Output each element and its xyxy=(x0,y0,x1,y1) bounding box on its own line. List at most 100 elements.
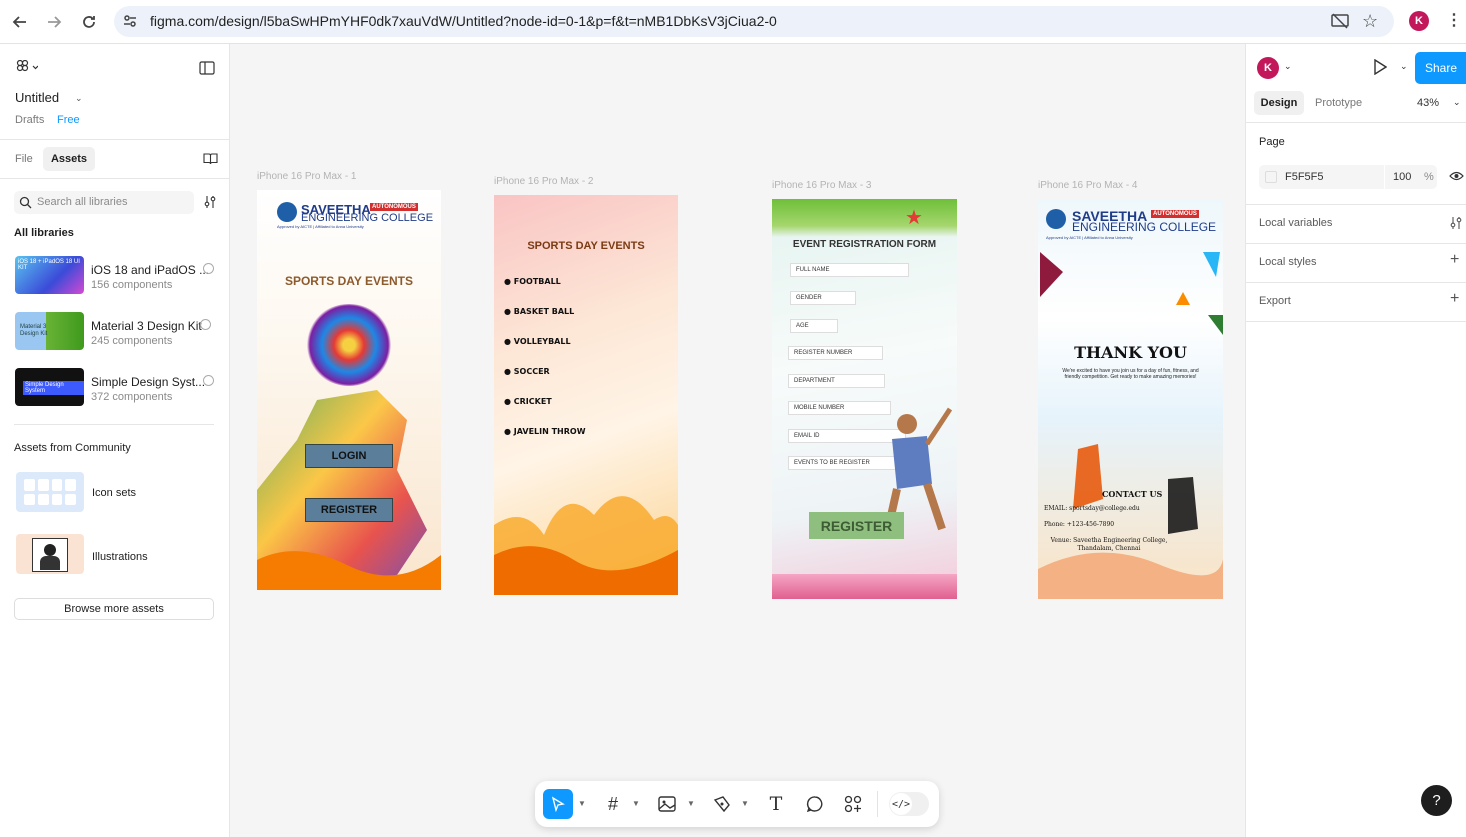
share-button[interactable]: Share xyxy=(1415,52,1466,84)
profile-avatar[interactable]: K xyxy=(1409,11,1429,31)
bookmark-star-icon[interactable]: ☆ xyxy=(1362,11,1378,32)
move-tool-button[interactable] xyxy=(543,789,573,819)
frame-heading: SPORTS DAY EVENTS xyxy=(284,274,414,288)
local-styles-label[interactable]: Local styles xyxy=(1259,256,1316,268)
image-tool-icon[interactable] xyxy=(655,792,679,816)
gender-field[interactable]: GENDER xyxy=(790,291,856,305)
reload-icon[interactable] xyxy=(76,9,102,35)
sports-ball-graphic xyxy=(305,304,393,386)
register-button[interactable]: REGISTER xyxy=(305,498,393,522)
globe-icon xyxy=(203,375,214,386)
chevron-down-icon[interactable]: ⌄ xyxy=(75,93,83,104)
cast-off-icon[interactable] xyxy=(1331,13,1349,32)
full-name-field[interactable]: FULL NAME xyxy=(790,263,909,277)
back-arrow-icon[interactable] xyxy=(7,9,33,35)
tab-file[interactable]: File xyxy=(15,153,33,165)
add-export-plus-icon[interactable]: + xyxy=(1450,290,1459,308)
drafts-label[interactable]: Drafts xyxy=(15,114,44,126)
athlete-silhouette-graphic xyxy=(257,390,441,590)
event-item: ● BASKET BALL xyxy=(504,307,575,316)
library-thumbnail: iOS 18 + iPadOS 18 UI KIT xyxy=(15,256,84,294)
export-label[interactable]: Export xyxy=(1259,295,1291,307)
frame-label[interactable]: iPhone 16 Pro Max - 3 xyxy=(772,180,872,191)
library-count: 372 components xyxy=(91,391,173,403)
help-button[interactable]: ? xyxy=(1421,785,1452,816)
divider xyxy=(1246,122,1466,123)
library-item[interactable]: Simple Design System Simple Design Syst.… xyxy=(14,368,219,412)
age-field[interactable]: AGE xyxy=(790,319,838,333)
page-opacity-value[interactable]: 100 xyxy=(1393,171,1411,183)
file-title[interactable]: Untitled xyxy=(15,90,59,105)
divider xyxy=(1246,282,1466,283)
forward-arrow-icon[interactable] xyxy=(41,9,67,35)
panel-toggle-icon[interactable] xyxy=(199,61,215,78)
library-name: Simple Design Syst... xyxy=(91,375,206,389)
page-color-value[interactable]: F5F5F5 xyxy=(1285,171,1324,183)
divider xyxy=(14,424,214,425)
cursor-icon xyxy=(551,796,565,812)
library-item[interactable]: iOS 18 + iPadOS 18 UI KIT iOS 18 and iPa… xyxy=(14,256,219,300)
chevron-down-icon[interactable]: ▼ xyxy=(741,799,749,808)
eye-visibility-icon[interactable] xyxy=(1449,170,1464,185)
login-button[interactable]: LOGIN xyxy=(305,444,393,468)
frame-iphone-3[interactable]: ★ EVENT REGISTRATION FORM FULL NAME GEND… xyxy=(772,199,957,599)
zoom-level[interactable]: 43% xyxy=(1417,97,1439,109)
event-item: ● VOLLEYBALL xyxy=(504,337,571,346)
chevron-down-icon[interactable]: ⌄ xyxy=(1453,97,1461,108)
community-item-illustrations[interactable]: Illustrations xyxy=(14,534,214,576)
chevron-down-icon[interactable]: ▼ xyxy=(632,799,640,808)
chevron-down-icon[interactable]: ▼ xyxy=(578,799,586,808)
divider xyxy=(877,791,878,817)
site-settings-icon[interactable] xyxy=(122,13,138,32)
frame-iphone-4[interactable]: SAVEETHA AUTONOMOUS ENGINEERING COLLEGE … xyxy=(1038,199,1223,599)
figma-menu-icon[interactable] xyxy=(16,59,39,77)
library-book-icon[interactable] xyxy=(203,152,218,168)
actions-grid-icon[interactable] xyxy=(841,792,865,816)
frame-iphone-1[interactable]: SAVEETHA AUTONOMOUS ENGINEERING COLLEGE … xyxy=(257,190,441,590)
tab-design[interactable]: Design xyxy=(1254,91,1304,115)
frame-heading: EVENT REGISTRATION FORM xyxy=(792,239,937,250)
pen-tool-icon[interactable] xyxy=(710,792,734,816)
plan-label[interactable]: Free xyxy=(57,114,80,126)
college-subtitle: ENGINEERING COLLEGE xyxy=(301,212,434,224)
college-badge: AUTONOMOUS xyxy=(1151,210,1199,218)
frame-label[interactable]: iPhone 16 Pro Max - 2 xyxy=(494,176,594,187)
tab-prototype[interactable]: Prototype xyxy=(1315,97,1362,109)
add-style-plus-icon[interactable]: + xyxy=(1450,251,1459,269)
frame-label[interactable]: iPhone 16 Pro Max - 4 xyxy=(1038,180,1138,191)
community-item-icon-sets[interactable]: Icon sets xyxy=(14,472,214,514)
register-number-field[interactable]: REGISTER NUMBER xyxy=(788,346,883,360)
search-input[interactable]: Search all libraries xyxy=(14,191,194,214)
left-sidebar: Untitled ⌄ Drafts Free File Assets Searc… xyxy=(0,44,230,837)
register-button[interactable]: REGISTER xyxy=(809,512,904,539)
text-tool-icon[interactable]: T xyxy=(764,792,788,816)
color-swatch[interactable] xyxy=(1265,171,1277,183)
divider xyxy=(1384,165,1385,189)
page-heading: Page xyxy=(1259,136,1285,148)
filter-sliders-icon[interactable] xyxy=(203,195,217,212)
user-avatar[interactable]: K xyxy=(1257,57,1279,79)
browser-menu-icon[interactable]: ⋮ xyxy=(1446,10,1462,30)
chevron-down-icon[interactable]: ▼ xyxy=(687,799,695,808)
chevron-down-icon[interactable]: ⌄ xyxy=(1284,61,1292,72)
comment-tool-icon[interactable] xyxy=(803,792,827,816)
page-color-input[interactable]: F5F5F5 100 % xyxy=(1259,165,1437,189)
search-placeholder: Search all libraries xyxy=(37,196,128,208)
browse-more-assets-button[interactable]: Browse more assets xyxy=(14,598,214,620)
frame-tool-icon[interactable]: # xyxy=(601,792,625,816)
library-item[interactable]: Material 3 Design Kit Material 3 Design … xyxy=(14,312,219,356)
local-variables-label[interactable]: Local variables xyxy=(1259,217,1332,229)
dev-mode-toggle[interactable]: </> xyxy=(889,792,929,816)
frame-iphone-2[interactable]: SPORTS DAY EVENTS ● FOOTBALL ● BASKET BA… xyxy=(494,195,678,595)
chevron-down-icon[interactable]: ⌄ xyxy=(1400,61,1408,72)
variables-sliders-icon[interactable] xyxy=(1449,216,1463,233)
url-text[interactable]: figma.com/design/l5baSwHPmYHF0dk7xauVdW/… xyxy=(150,13,777,29)
department-field[interactable]: DEPARTMENT xyxy=(788,374,885,388)
tab-assets[interactable]: Assets xyxy=(43,147,95,171)
event-item: ● JAVELIN THROW xyxy=(504,427,586,436)
contact-email: EMAIL: sportsday@college.edu xyxy=(1044,505,1140,512)
events-list: ● FOOTBALL ● BASKET BALL ● VOLLEYBALL ● … xyxy=(504,277,586,457)
frame-label[interactable]: iPhone 16 Pro Max - 1 xyxy=(257,171,357,182)
present-play-icon[interactable] xyxy=(1373,58,1388,78)
divider xyxy=(1246,204,1466,205)
